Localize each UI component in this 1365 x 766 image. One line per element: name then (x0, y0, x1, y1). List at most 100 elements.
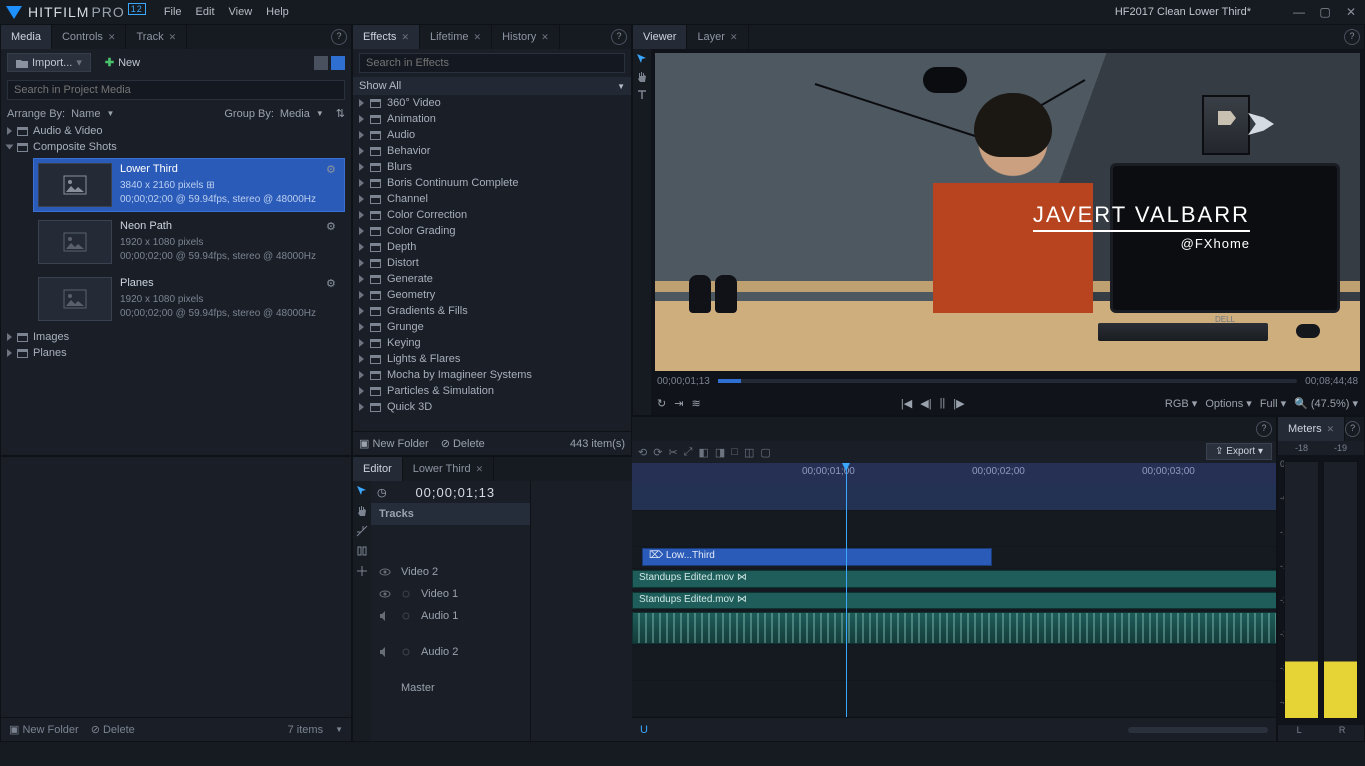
tab-media[interactable]: Media (1, 25, 52, 49)
close-icon[interactable]: ✕ (476, 464, 484, 475)
link-icon[interactable] (401, 589, 411, 599)
effect-category[interactable]: Boris Continuum Complete (353, 175, 631, 191)
tab-controls[interactable]: Controls✕ (52, 25, 127, 49)
tl-btn[interactable]: ⟲ (638, 446, 647, 459)
speaker-icon[interactable] (379, 610, 391, 622)
gear-icon[interactable]: ⚙ (326, 163, 340, 177)
eye-icon[interactable] (379, 566, 391, 578)
tab-track[interactable]: Track✕ (126, 25, 187, 49)
effect-category[interactable]: Blurs (353, 159, 631, 175)
tab-lower-third[interactable]: Lower Third✕ (403, 457, 494, 481)
help-icon[interactable]: ? (1344, 29, 1360, 45)
close-icon[interactable]: ✕ (541, 32, 549, 43)
tl-btn[interactable]: ▢ (760, 446, 770, 459)
close-icon[interactable]: ✕ (1327, 424, 1335, 435)
view-grid-icon[interactable] (314, 56, 328, 70)
in-out-icon[interactable]: ⇥ (674, 397, 683, 410)
tree-folder[interactable]: Images (5, 329, 351, 345)
effects-search-input[interactable] (359, 53, 625, 73)
effects-show-all[interactable]: Show All▼ (353, 77, 631, 95)
hand-tool-icon[interactable] (356, 505, 368, 517)
tl-btn[interactable]: ✂ (668, 446, 677, 459)
close-icon[interactable]: ✕ (401, 32, 409, 43)
step-back-icon[interactable]: ◀| (920, 397, 931, 410)
rate-tool-icon[interactable] (356, 565, 368, 577)
effect-category[interactable]: Color Grading (353, 223, 631, 239)
link-icon[interactable] (401, 611, 411, 621)
effect-category[interactable]: Gradients & Fills (353, 303, 631, 319)
ripple-icon[interactable]: ≋ (691, 397, 700, 410)
step-fwd-icon[interactable]: |▶ (953, 397, 964, 410)
new-folder-button[interactable]: ▣ New Folder (359, 437, 429, 450)
slice-tool-icon[interactable] (356, 525, 368, 537)
track-header-audio1[interactable]: Audio 1 (371, 605, 530, 627)
playhead[interactable] (846, 463, 847, 717)
play-pause-icon[interactable]: || (940, 397, 946, 410)
effect-category[interactable]: Mocha by Imagineer Systems (353, 367, 631, 383)
go-start-icon[interactable]: |◀ (901, 397, 912, 410)
effect-category[interactable]: Quick 3D (353, 399, 631, 415)
viewer-options[interactable]: Options ▾ (1205, 397, 1252, 410)
media-item-lower-third[interactable]: Lower Third 3840 x 2160 pixels ⊞00;00;02… (33, 158, 345, 212)
track-audio2[interactable] (632, 645, 1276, 681)
track-video2[interactable]: ⌦ Low...Third (632, 547, 1276, 569)
track-master[interactable] (632, 681, 1276, 717)
effect-category[interactable]: Channel (353, 191, 631, 207)
chevron-down-icon[interactable]: ▼ (106, 109, 114, 118)
tab-layer[interactable]: Layer✕ (687, 25, 748, 49)
help-icon[interactable]: ? (1256, 421, 1272, 437)
chevron-down-icon[interactable]: ▼ (316, 109, 324, 118)
track-video1[interactable]: Standups Edited.mov ⋈ (632, 569, 1276, 591)
effect-category[interactable]: Lights & Flares (353, 351, 631, 367)
eye-icon[interactable] (379, 588, 391, 600)
menu-file[interactable]: File (164, 6, 182, 18)
gear-icon[interactable]: ⚙ (326, 277, 340, 291)
new-folder-button[interactable]: ▣ New Folder (9, 723, 79, 736)
view-list-icon[interactable] (331, 56, 345, 70)
tl-btn[interactable]: ◨ (715, 446, 725, 459)
effect-category[interactable]: Distort (353, 255, 631, 271)
export-button[interactable]: ⇪ Export ▾ (1206, 443, 1272, 460)
settings-icon[interactable]: ⊞ (206, 180, 214, 191)
timeline-tracks-area[interactable]: 00;00;01;00 00;00;02;00 00;00;03;00 00;0… (632, 463, 1276, 717)
delete-button[interactable]: ⊘ Delete (441, 437, 485, 450)
help-icon[interactable]: ? (1345, 421, 1360, 437)
tab-lifetime[interactable]: Lifetime✕ (420, 25, 492, 49)
close-icon[interactable]: ✕ (474, 32, 482, 43)
menu-view[interactable]: View (229, 6, 253, 18)
clip-standups-audio[interactable]: Standups Edited.mov ⋈ (632, 592, 1276, 609)
channel-mode[interactable]: RGB ▾ (1165, 397, 1197, 410)
track-header-master[interactable]: Master (371, 677, 530, 699)
snap-tool-icon[interactable] (356, 545, 368, 557)
effect-category[interactable]: Keying (353, 335, 631, 351)
group-by-value[interactable]: Media (280, 108, 310, 120)
viewer-scrub-track[interactable] (718, 379, 1297, 383)
hand-tool-icon[interactable] (636, 71, 648, 83)
track-audio1-wave[interactable] (632, 611, 1276, 645)
loop-icon[interactable]: ↻ (657, 397, 666, 410)
tree-folder[interactable]: Composite Shots (5, 139, 351, 155)
media-item-neon-path[interactable]: Neon Path 1920 x 1080 pixels00;00;02;00 … (33, 215, 345, 269)
effect-category[interactable]: Grunge (353, 319, 631, 335)
select-tool-icon[interactable] (636, 53, 648, 65)
track-header-video2[interactable]: Video 2 (371, 561, 530, 583)
effect-category[interactable]: Behavior (353, 143, 631, 159)
effect-category[interactable]: Audio (353, 127, 631, 143)
text-tool-icon[interactable] (636, 89, 648, 101)
effect-category[interactable]: Animation (353, 111, 631, 127)
pointer-tool-icon[interactable] (356, 485, 368, 497)
tab-editor[interactable]: Editor (353, 457, 403, 481)
tl-btn[interactable]: ◧ (698, 446, 708, 459)
help-icon[interactable]: ? (611, 29, 627, 45)
timeline-ruler[interactable]: 00;00;01;00 00;00;02;00 00;00;03;00 00;0… (632, 463, 1276, 485)
media-search-input[interactable] (7, 80, 345, 100)
track-header-audio2[interactable]: Audio 2 (371, 641, 530, 663)
menu-help[interactable]: Help (266, 6, 289, 18)
zoom-icon[interactable]: 🔍 (47.5%) ▾ (1294, 397, 1358, 410)
tab-effects[interactable]: Effects✕ (353, 25, 420, 49)
window-minimize-icon[interactable]: — (1291, 5, 1307, 19)
viewer-quality[interactable]: Full ▾ (1260, 397, 1286, 410)
gear-icon[interactable]: ⚙ (326, 220, 340, 234)
sort-order-icon[interactable]: ⇅ (336, 107, 345, 120)
chevron-down-icon[interactable]: ▼ (335, 725, 343, 734)
